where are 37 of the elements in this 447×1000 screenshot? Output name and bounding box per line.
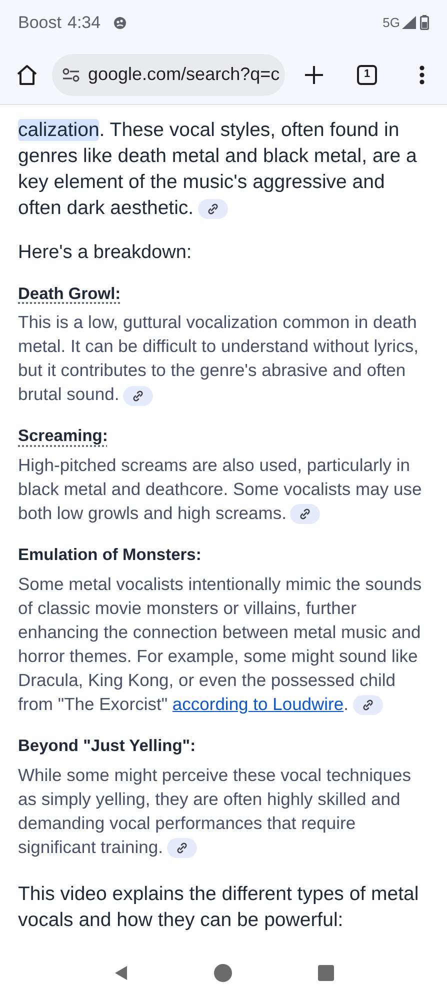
item-title[interactable]: Screaming: [18,424,429,449]
item-title[interactable]: Death Growl: [18,282,429,306]
source-link[interactable]: according to Loudwire [172,694,344,714]
link-icon [362,699,374,712]
link-icon [132,390,144,402]
home-icon[interactable] [16,64,38,86]
site-settings-icon[interactable] [62,68,80,82]
citation-button[interactable] [352,695,382,716]
address-bar[interactable]: google.com/search?q=c [52,54,285,96]
link-icon [299,508,312,520]
new-tab-icon[interactable] [305,66,323,84]
item-description: This is a low, guttural vocalization common in death metal. It can be difficult to understand without lyrics, but it contributes to the genre's abrasive and often brutal sound. [18,311,420,406]
video-intro-text: This video explains the different types of metal vocals and how they can be powerful: [18,882,420,932]
citation-button[interactable] [198,198,228,219]
intro-paragraph: calization. These vocal styles, often found in genres like death metal and black metal, are a key element of the music's aggressive and often dark aesthetic. [18,118,418,221]
citation-button[interactable] [123,386,154,406]
network-text: 5G [382,14,400,32]
carrier-text: Boost [18,12,62,34]
back-icon[interactable] [112,964,129,980]
item-description: Some metal vocalists intentionally mimic the sounds of classic movie monsters or villains, further enhancing the connection between metal music and horror themes. For example, some might sound like Dracula, King Kong, or even the possessed child from "The Exorcist" according to Loudwire. [18,572,423,716]
citation-button[interactable] [166,838,197,858]
clock-text: 4:34 [67,12,101,34]
item-title: Beyond "Just Yelling": [18,736,197,757]
link-icon [206,202,219,215]
signal-icon [402,16,416,29]
item-title: Emulation of Monsters: [18,545,202,566]
item-description: While some might perceive these vocal techniques as simply yelling, they are often highly skilled and demanding vocal performances that require significant training. [18,764,412,858]
menu-icon[interactable] [419,64,425,84]
battery-icon [420,15,429,30]
link-icon [176,842,188,854]
tab-switcher-button[interactable]: 1 [357,64,377,84]
section-heading: Here's a breakdown: [18,241,193,265]
url-text: google.com/search?q=c [88,63,280,86]
home-button-icon[interactable] [214,964,232,982]
recents-icon[interactable] [318,964,334,980]
item-description: High-pitched screams are also used, particularly in black metal and deathcore. Some vocalists may use both low growls and high screams. [18,454,423,525]
citation-button[interactable] [290,504,320,524]
